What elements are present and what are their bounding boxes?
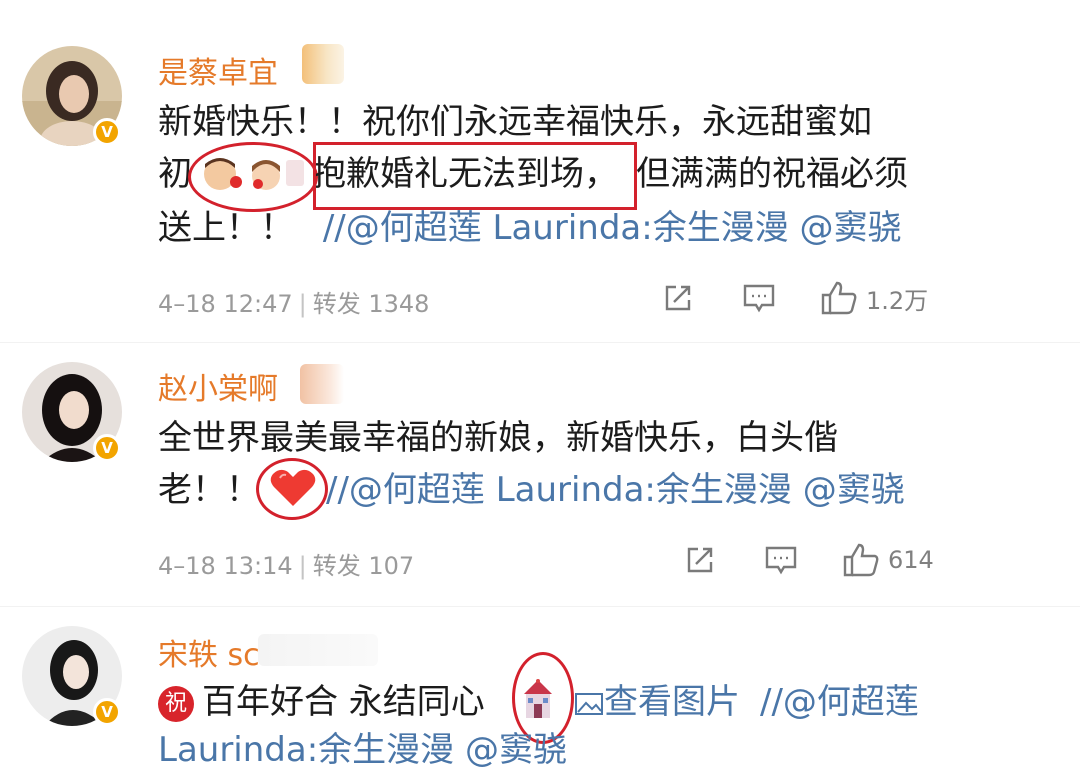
image-icon [575,692,603,715]
username-badge-blur [302,44,344,84]
share-icon [665,285,691,311]
verified-badge-icon: V [93,698,121,726]
comment-text-line-1: 全世界最美最幸福的新娘，新婚快乐，白头偕 [158,418,838,458]
comment-button[interactable] [764,544,798,576]
username[interactable]: 宋轶 sc [158,630,260,674]
comment-text-line-1: 新婚快乐！！祝你们永远幸福快乐，永远甜蜜如 [158,102,872,142]
like-count: 1.2万 [866,286,929,315]
share-icon [687,547,713,573]
timestamp: 4–18 13:14 [158,552,293,580]
comment-text-line-1: 祝百年好合 永结同心 [158,680,485,724]
comment-icon [743,284,775,313]
like-count: 614 [888,546,934,574]
comment-meta: 4–18 13:14 | 转发 107 [158,552,415,580]
annotation-circle [188,142,318,212]
mention-text[interactable]: //@何超莲 [760,682,919,722]
divider [0,342,1080,343]
mention-text[interactable]: Laurinda:余生漫漫 @窦骁 [158,728,567,772]
comment-meta: 4–18 12:47 | 转发 1348 [158,290,430,318]
share-button[interactable] [662,282,694,314]
like-button[interactable]: 1.2万 [820,280,928,316]
forward-count: 107 [368,552,415,580]
comment-text-line-2: 初 [158,154,192,194]
comment-text-line-2: 老！！ [158,470,260,510]
view-image-link[interactable]: 查看图片//@何超莲 [574,680,919,724]
username-badge-blur [258,634,378,666]
like-button[interactable]: 614 [842,542,934,578]
annotation-circle [256,458,328,520]
share-button[interactable] [684,544,716,576]
like-icon [843,543,879,577]
comment-icon [765,546,797,575]
blessing-emoji-icon: 祝 [158,685,194,722]
verified-badge-icon: V [93,118,121,146]
divider [0,606,1080,607]
username[interactable]: 是蔡卓宜 [158,48,278,92]
username-badge-blur [300,364,344,404]
forward-label: 转发 [312,552,361,580]
comment-button[interactable] [742,282,776,314]
mention-text[interactable]: //@何超莲 Laurinda:余生漫漫 @窦骁 [323,208,902,248]
comment-1: V 是蔡卓宜 新婚快乐！！祝你们永远幸福快乐，永远甜蜜如 初 抱歉婚礼无法到场，… [0,0,1080,340]
like-icon [821,281,857,315]
username[interactable]: 赵小棠啊 [158,364,278,408]
forward-label: 转发 [312,290,361,318]
comment-text-line-3: 送上！！ //@何超莲 Laurinda:余生漫漫 @窦骁 [158,208,902,248]
forward-count: 1348 [368,290,430,318]
annotation-box [313,142,637,210]
mention-text[interactable]: //@何超莲 Laurinda:余生漫漫 @窦骁 [326,468,905,512]
comment-text-line-2b: 但满满的祝福必须 [636,154,908,194]
verified-badge-icon: V [93,434,121,462]
timestamp: 4–18 12:47 [158,290,293,318]
